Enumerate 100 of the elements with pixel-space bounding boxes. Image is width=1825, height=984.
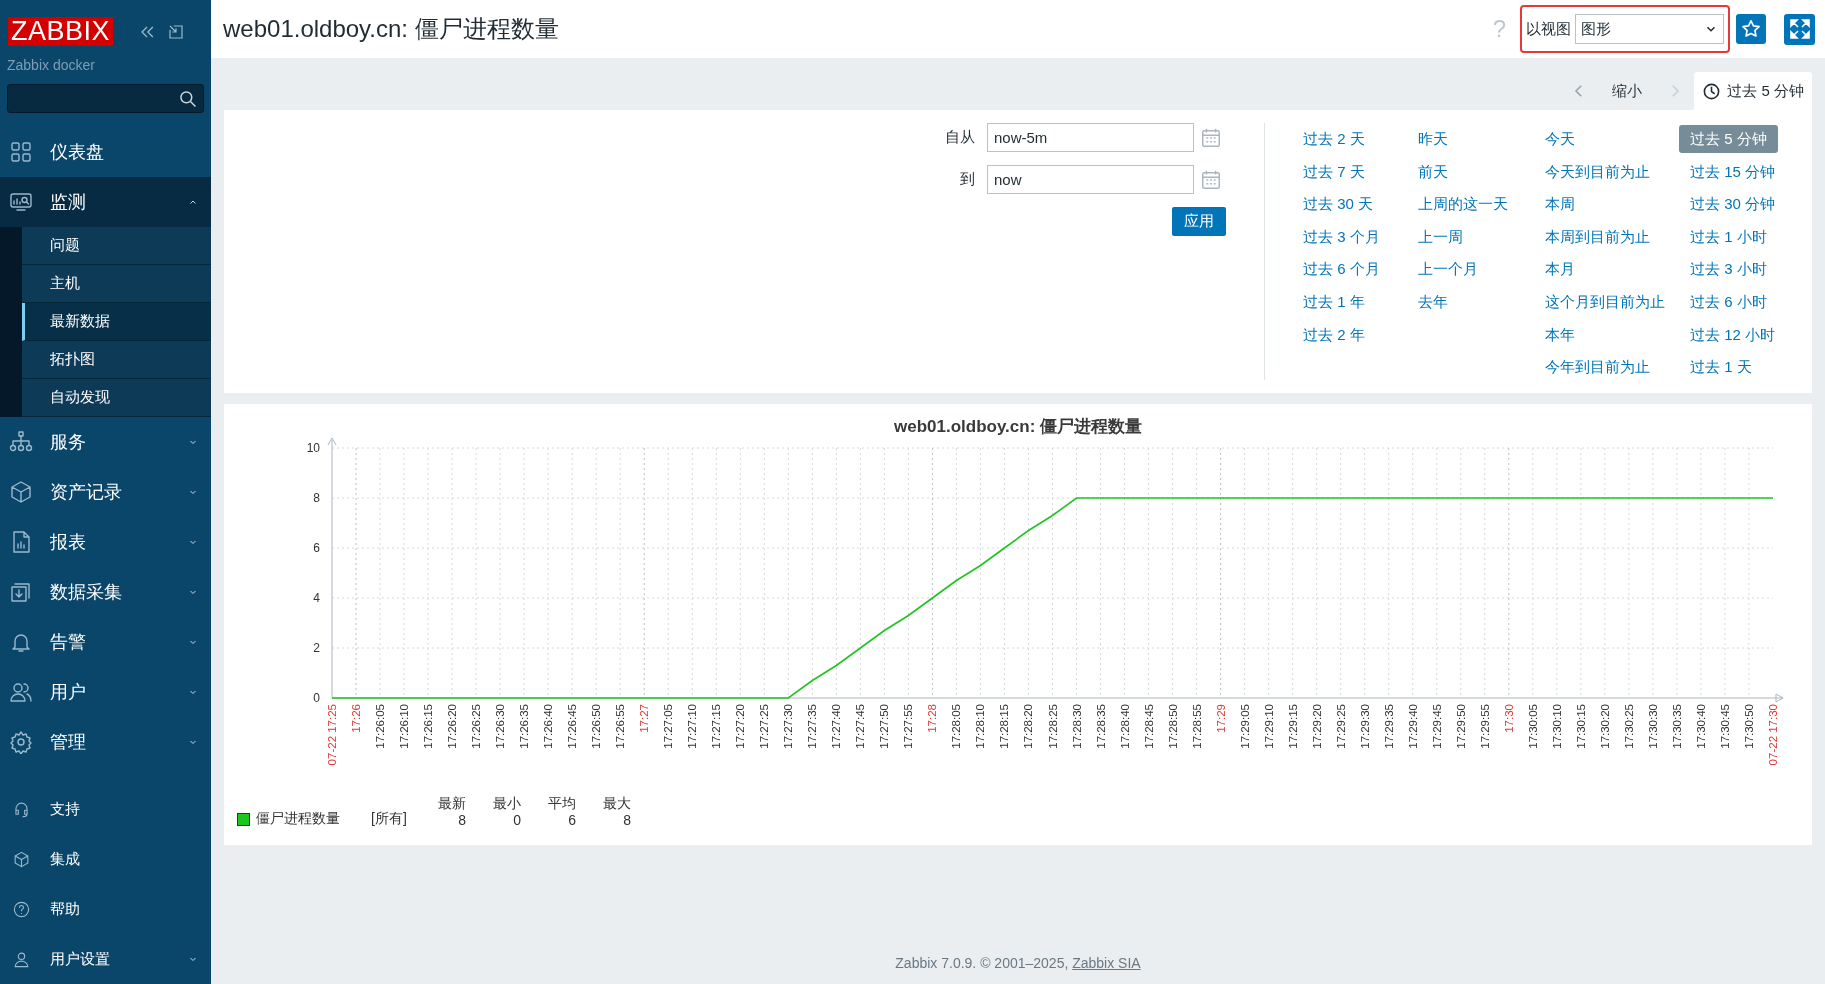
tick-label: 17:30:40	[1694, 704, 1707, 749]
time-preset-link[interactable]: 过去 1 年	[1292, 288, 1376, 317]
time-preset-link[interactable]: 今天	[1534, 125, 1586, 154]
tick-label: 17:29:10	[1262, 704, 1275, 749]
menu-item[interactable]: 支持	[0, 784, 211, 834]
time-preset-link[interactable]: 过去 30 分钟	[1679, 190, 1787, 219]
footer-text: Zabbix 7.0.9. © 2001–2025,	[895, 953, 1070, 973]
tick-label: 17:26:25	[470, 704, 483, 749]
menu-item[interactable]: 数据采集	[0, 567, 211, 617]
tick-label: 17:30	[1502, 704, 1515, 733]
search-field[interactable]	[7, 84, 204, 113]
menu-item[interactable]: 仪表盘	[0, 127, 211, 177]
tick-label: 17:29:50	[1454, 704, 1467, 749]
time-preset-link[interactable]: 昨天	[1407, 125, 1459, 154]
tick-label: 17:29:45	[1430, 704, 1443, 749]
time-preset-link[interactable]: 上一个月	[1407, 255, 1489, 284]
menu-item[interactable]: 用户设置	[0, 934, 211, 984]
zoom-out-button[interactable]: 缩小	[1612, 79, 1643, 103]
clock-icon	[1702, 81, 1722, 101]
tick-label: 10	[306, 441, 320, 455]
tick-label: 17:28:20	[1022, 704, 1035, 749]
time-preset-link[interactable]: 去年	[1407, 288, 1459, 317]
menu-item[interactable]: 用户	[0, 667, 211, 717]
submenu-item[interactable]: 自动发现	[22, 379, 211, 417]
time-preset-link[interactable]: 过去 5 分钟	[1679, 125, 1778, 154]
tick-label: 17:27:05	[662, 704, 675, 749]
kiosk-icon[interactable]	[167, 22, 186, 41]
search-icon[interactable]	[178, 88, 198, 109]
submenu-item[interactable]: 问题	[22, 227, 211, 265]
menu-item[interactable]: 集成	[0, 834, 211, 884]
calendar-icon[interactable]	[1200, 168, 1222, 191]
fullscreen-button[interactable]	[1784, 13, 1815, 45]
tick-label: 4	[313, 591, 320, 605]
menu-item[interactable]: 帮助	[0, 884, 211, 934]
time-preset-link[interactable]: 过去 7 天	[1292, 157, 1376, 186]
menu-item[interactable]: 监测	[0, 177, 211, 227]
logo: ZABBIX	[8, 17, 114, 47]
tick-label: 17:26	[350, 704, 362, 733]
time-preset-link[interactable]: 上一周	[1407, 223, 1474, 252]
menu-item[interactable]: 报表	[0, 517, 211, 567]
time-preset-link[interactable]: 本年	[1534, 320, 1586, 349]
to-field[interactable]: now	[987, 165, 1194, 194]
menu-item[interactable]: 资产记录	[0, 467, 211, 517]
time-tab[interactable]: 过去 5 分钟	[1694, 72, 1812, 110]
time-preset-link[interactable]: 前天	[1407, 157, 1459, 186]
submenu-item[interactable]: 最新数据	[22, 303, 211, 341]
hierarchy-icon	[9, 430, 33, 454]
favorite-button[interactable]	[1736, 14, 1766, 44]
time-preset-link[interactable]: 过去 1 小时	[1679, 223, 1778, 252]
time-preset-link[interactable]: 过去 2 天	[1292, 125, 1376, 154]
tick-label: 17:30:25	[1622, 704, 1635, 749]
menu-item[interactable]: 告警	[0, 617, 211, 667]
time-preset-link[interactable]: 过去 6 小时	[1679, 288, 1778, 317]
time-preset-link[interactable]: 今天到目前为止	[1534, 157, 1661, 186]
time-preset-link[interactable]: 过去 1 天	[1679, 353, 1763, 382]
menu-item[interactable]: 管理	[0, 717, 211, 767]
time-preset-link[interactable]: 上周的这一天	[1407, 190, 1519, 219]
tick-label: 17:30:20	[1598, 704, 1611, 749]
time-preset-link[interactable]: 本月	[1534, 255, 1586, 284]
from-field[interactable]: now-5m	[987, 123, 1194, 152]
calendar-icon[interactable]	[1200, 126, 1222, 149]
tick-label: 17:26:20	[446, 704, 459, 749]
tick-label: 17:26:40	[542, 704, 555, 749]
time-preset-link[interactable]: 本周	[1534, 190, 1586, 219]
tick-label: 17:26:50	[590, 704, 603, 749]
footer-link[interactable]: Zabbix SIA	[1072, 952, 1141, 974]
time-preset-link[interactable]: 过去 6 个月	[1292, 255, 1391, 284]
stat-value: 0	[513, 812, 521, 829]
time-preset-link[interactable]: 这个月到目前为止	[1534, 288, 1676, 317]
tick-label: 17:29:25	[1334, 704, 1347, 749]
tick-label: 17:29:05	[1238, 704, 1251, 749]
apply-button[interactable]: 应用	[1172, 207, 1226, 236]
tick-label: 17:28	[926, 704, 939, 733]
tick-label: 17:29:20	[1310, 704, 1323, 749]
tick-label: 17:27:10	[686, 704, 699, 749]
tick-label: 17:29:40	[1406, 704, 1419, 749]
gear-icon	[9, 730, 33, 754]
stat-header: 平均	[548, 795, 576, 812]
tick-label: 17:28:25	[1046, 704, 1059, 749]
tick-label: 17:30:35	[1670, 704, 1683, 749]
view-select[interactable]: 图形	[1575, 14, 1724, 44]
tick-label: 17:28:40	[1118, 704, 1131, 749]
time-preset-link[interactable]: 过去 2 年	[1292, 320, 1376, 349]
tick-label: 17:28:55	[1190, 704, 1203, 749]
time-preset-link[interactable]: 过去 3 个月	[1292, 223, 1391, 252]
tick-label: 6	[313, 541, 320, 555]
menu-item[interactable]: 服务	[0, 417, 211, 467]
time-preset-link[interactable]: 本周到目前为止	[1534, 223, 1661, 252]
time-preset-link[interactable]: 今年到目前为止	[1534, 353, 1661, 382]
time-preset-link[interactable]: 过去 30 天	[1292, 190, 1385, 219]
tick-label: 17:27	[638, 704, 651, 733]
help-icon	[12, 899, 31, 919]
tick-label: 8	[313, 491, 320, 505]
time-preset-link[interactable]: 过去 12 小时	[1679, 320, 1787, 349]
time-preset-link[interactable]: 过去 15 分钟	[1679, 157, 1787, 186]
submenu-item[interactable]: 拓扑图	[22, 341, 211, 379]
tick-label: 17:28:10	[974, 704, 987, 749]
tick-label: 17:27:40	[830, 704, 843, 749]
time-preset-link[interactable]: 过去 3 小时	[1679, 255, 1778, 284]
stat-header: 最小	[493, 795, 521, 812]
